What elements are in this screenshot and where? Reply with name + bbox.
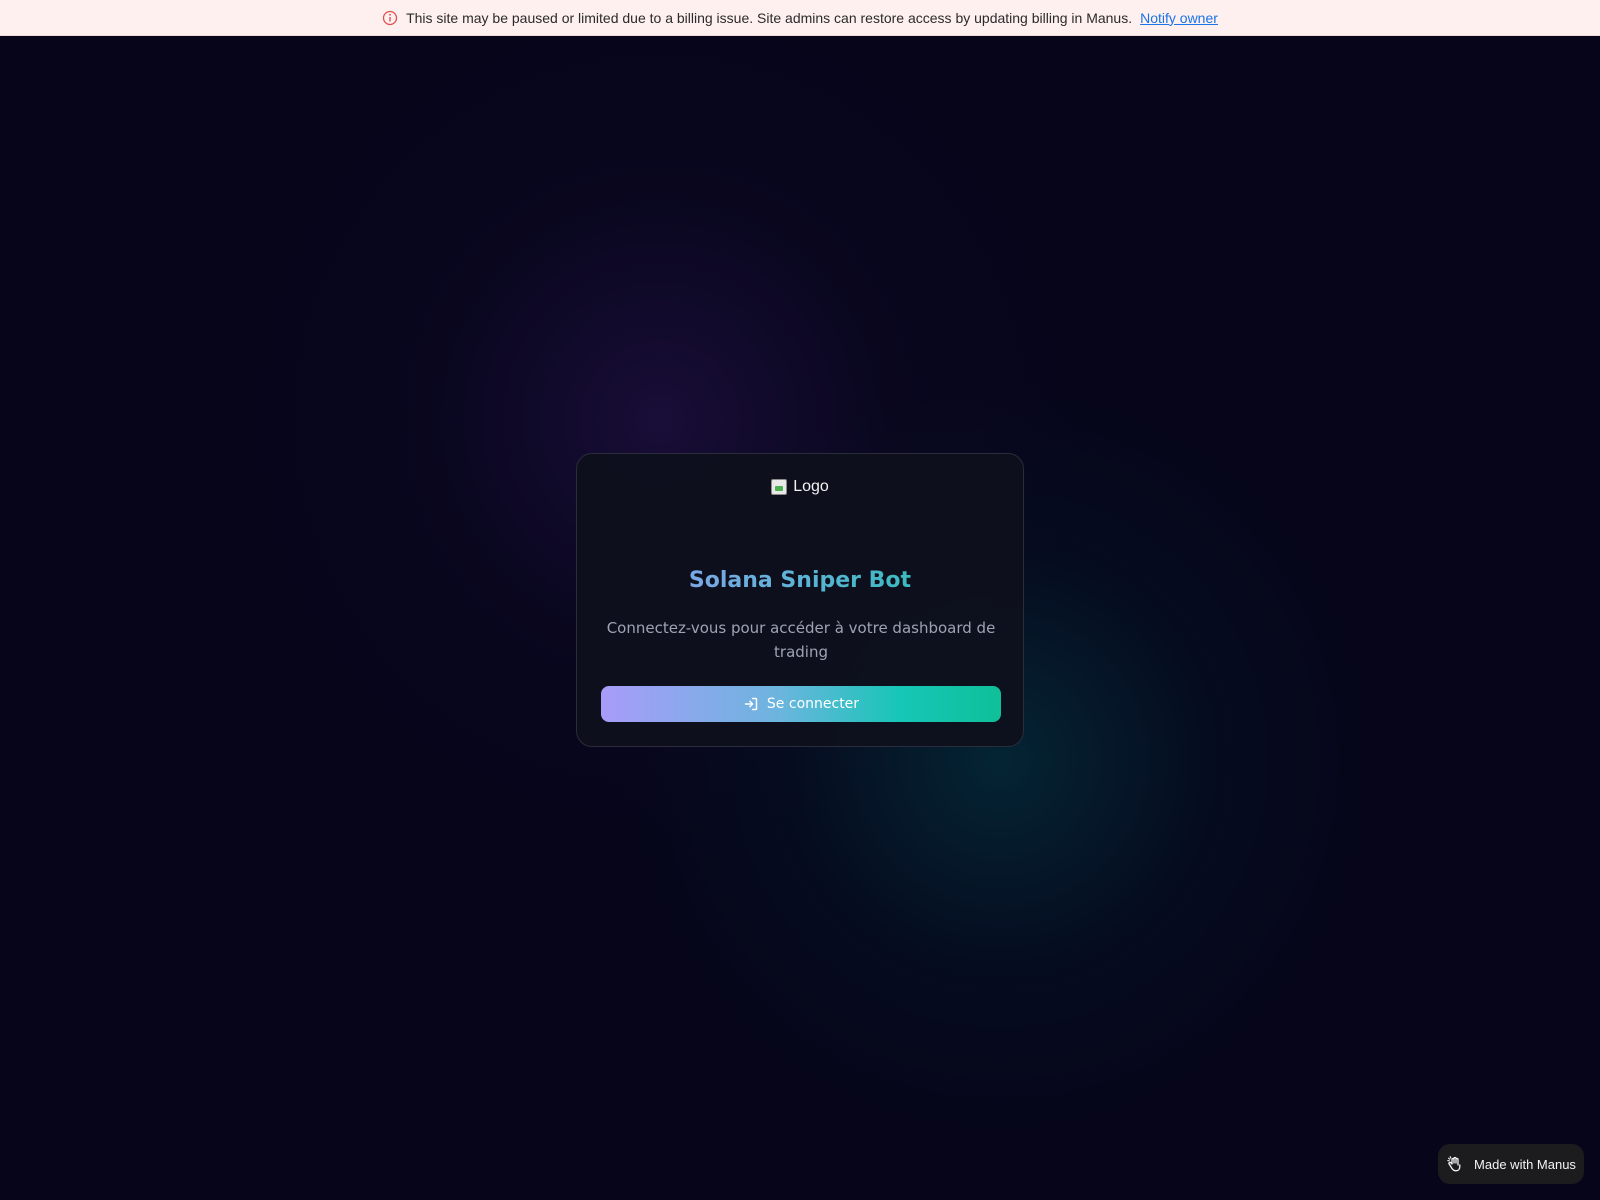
billing-warning-banner: This site may be paused or limited due t… <box>0 0 1600 36</box>
badge-label: Made with Manus <box>1474 1156 1576 1172</box>
made-with-manus-badge[interactable]: Made with Manus <box>1438 1144 1584 1184</box>
login-card: Logo Solana Sniper Bot Connectez-vous po… <box>576 453 1024 747</box>
login-subtitle: Connectez-vous pour accéder à votre dash… <box>606 619 996 661</box>
logo: Logo <box>577 478 1023 496</box>
broken-image-icon <box>771 479 788 495</box>
login-icon <box>743 696 759 712</box>
logo-alt-text: Logo <box>793 478 829 495</box>
page-title: Solana Sniper Bot <box>577 568 1023 593</box>
hand-icon <box>1446 1155 1464 1173</box>
info-icon <box>382 10 398 26</box>
login-button-label: Se connecter <box>766 696 860 712</box>
login-button[interactable]: Se connecter <box>601 686 1001 722</box>
banner-message: This site may be paused or limited due t… <box>406 9 1133 26</box>
notify-owner-link[interactable]: Notify owner <box>1140 10 1218 26</box>
title-wrapper: Solana Sniper Bot <box>577 568 1023 593</box>
